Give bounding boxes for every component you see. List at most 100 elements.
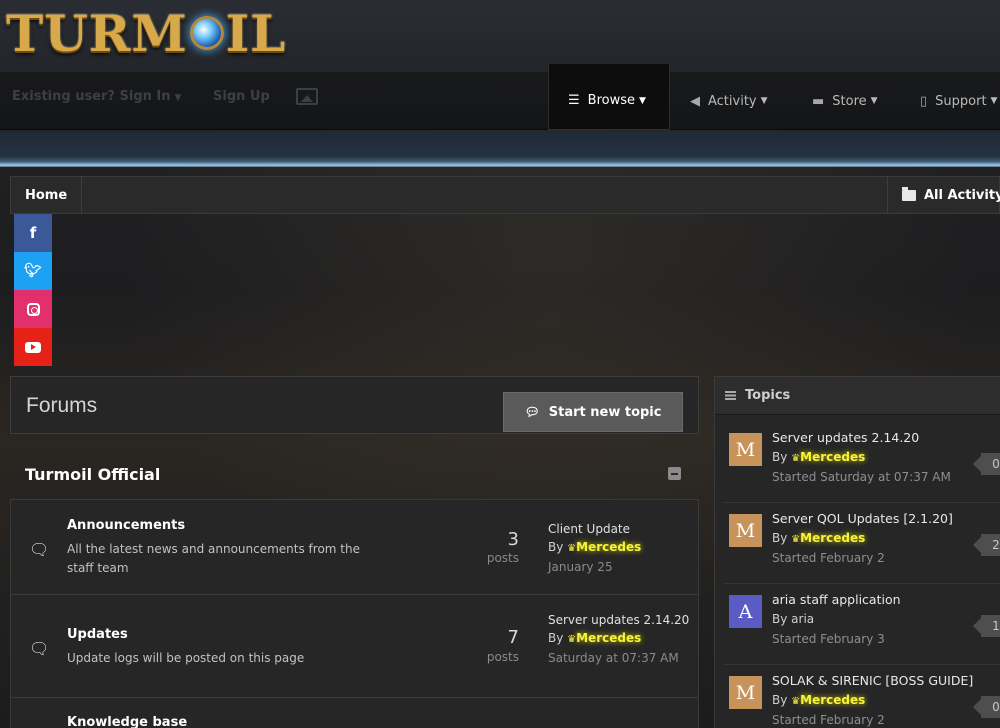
- image-icon[interactable]: [296, 88, 318, 105]
- comments-icon: 🗨︎: [29, 540, 50, 559]
- nav-store[interactable]: ▬ Store ▼: [812, 72, 878, 130]
- youtube-button[interactable]: [14, 328, 52, 366]
- reply-count-badge: 1: [973, 615, 1000, 637]
- reply-count-badge: 0: [973, 453, 1000, 475]
- reply-count-badge: 0: [973, 696, 1000, 718]
- nav-browse[interactable]: ☰ Browse ▼: [548, 64, 670, 130]
- topics-widget: Topics M Server updates 2.14.20 By ♛Merc…: [714, 376, 1000, 728]
- last-post-date: Saturday at 07:37 AM: [548, 651, 679, 665]
- topic-title[interactable]: aria staff application: [772, 592, 901, 607]
- topic-author[interactable]: Mercedes: [800, 693, 865, 707]
- topic-date: Started February 2: [772, 551, 885, 565]
- facebook-button[interactable]: f: [14, 214, 52, 252]
- last-post-title[interactable]: Server updates 2.14.20: [548, 611, 693, 629]
- sign-in-link[interactable]: Existing user? Sign In ▼: [12, 89, 181, 104]
- collapse-icon[interactable]: [668, 467, 681, 480]
- facebook-icon: f: [29, 224, 37, 242]
- forum-description: Update logs will be posted on this page: [67, 651, 305, 665]
- instagram-icon: [26, 302, 40, 316]
- crown-icon: ♛: [791, 453, 801, 464]
- nav-activity[interactable]: ◀ Activity ▼: [690, 72, 768, 130]
- crown-icon: ♛: [791, 696, 801, 707]
- topic-item[interactable]: A aria staff application By aria Started…: [723, 585, 1000, 665]
- document-icon: ▯: [920, 93, 928, 109]
- folder-icon: [902, 186, 916, 201]
- start-new-topic-label: Start new topic: [548, 404, 662, 420]
- twitter-button[interactable]: 🐦︎: [14, 252, 52, 290]
- nav-store-label: Store: [832, 93, 867, 109]
- topic-author[interactable]: aria: [791, 612, 814, 626]
- topic-date: Started Saturday at 07:37 AM: [772, 470, 951, 484]
- posts-label: posts: [486, 551, 519, 565]
- site-header: TURM IL: [0, 0, 1000, 72]
- main-nav: Existing user? Sign In ▼ Sign Up ☰ Browse…: [0, 64, 1000, 130]
- forum-row-knowledge-base[interactable]: Knowledge base: [10, 697, 699, 728]
- cart-icon: ▬: [812, 93, 825, 109]
- site-logo[interactable]: TURM IL: [6, 2, 288, 64]
- crown-icon: ♛: [791, 534, 801, 545]
- page-title: Forums: [26, 394, 98, 417]
- forum-name[interactable]: Updates: [67, 627, 128, 642]
- post-count: 3: [507, 529, 519, 550]
- twitter-icon: 🐦︎: [24, 263, 42, 279]
- crown-icon: ♛: [567, 634, 577, 645]
- topics-header: Topics: [715, 377, 1000, 415]
- logo-text-left: TURM: [6, 3, 188, 63]
- all-activity-link[interactable]: All Activity: [887, 177, 1000, 213]
- post-count: 7: [507, 627, 519, 648]
- posts-label: posts: [486, 650, 519, 664]
- topics-title: Topics: [745, 388, 791, 403]
- forum-list: 🗨︎ Announcements All the latest news and…: [10, 499, 699, 728]
- topic-item[interactable]: M SOLAK & SIRENIC [BOSS GUIDE] By ♛Merce…: [723, 666, 1000, 728]
- youtube-icon: [25, 341, 41, 353]
- last-post: Client Update By ♛Mercedes January 25: [548, 520, 693, 576]
- by-label: By: [772, 450, 788, 464]
- last-post-title[interactable]: Client Update: [548, 520, 693, 538]
- topic-title[interactable]: Server updates 2.14.20: [772, 430, 919, 445]
- avatar[interactable]: M: [729, 514, 762, 547]
- header-banner: [0, 131, 1000, 167]
- logo-orb-icon: [189, 16, 224, 50]
- topic-date: Started February 3: [772, 632, 885, 646]
- forum-row-updates[interactable]: 🗨︎ Updates Update logs will be posted on…: [10, 594, 699, 697]
- forum-row-announcements[interactable]: 🗨︎ Announcements All the latest news and…: [10, 499, 699, 594]
- nav-browse-label: Browse: [587, 93, 635, 108]
- forum-name[interactable]: Knowledge base: [67, 715, 187, 728]
- chevron-down-icon: ▼: [760, 96, 768, 106]
- avatar[interactable]: M: [729, 433, 762, 466]
- last-post-author[interactable]: Mercedes: [576, 540, 641, 554]
- topic-item[interactable]: M Server updates 2.14.20 By ♛Mercedes St…: [723, 423, 1000, 503]
- by-label: By: [548, 540, 564, 554]
- topic-title[interactable]: Server QOL Updates [2.1.20]: [772, 511, 953, 526]
- chat-icon: 💬︎: [524, 405, 540, 419]
- nav-activity-label: Activity: [708, 93, 757, 109]
- by-label: By: [772, 612, 788, 626]
- topic-item[interactable]: M Server QOL Updates [2.1.20] By ♛Merced…: [723, 504, 1000, 584]
- sign-up-link[interactable]: Sign Up: [213, 89, 270, 104]
- last-post: Server updates 2.14.20 By ♛Mercedes Satu…: [548, 611, 693, 667]
- crown-icon: ♛: [567, 543, 577, 554]
- reply-count-badge: 2: [973, 534, 1000, 556]
- topic-author[interactable]: Mercedes: [800, 531, 865, 545]
- by-label: By: [772, 531, 788, 545]
- last-post-author[interactable]: Mercedes: [576, 631, 641, 645]
- megaphone-icon: ◀: [690, 93, 700, 109]
- last-post-date: January 25: [548, 560, 613, 574]
- sign-in-label: Existing user? Sign In: [12, 89, 171, 104]
- start-new-topic-button[interactable]: 💬︎ Start new topic: [503, 392, 683, 432]
- breadcrumb: Home All Activity: [10, 176, 1000, 214]
- all-activity-label: All Activity: [924, 187, 1000, 203]
- topic-date: Started February 2: [772, 713, 885, 727]
- by-label: By: [772, 693, 788, 707]
- avatar[interactable]: M: [729, 676, 762, 709]
- topic-title[interactable]: SOLAK & SIRENIC [BOSS GUIDE]: [772, 673, 973, 688]
- chevron-down-icon: ▼: [639, 95, 646, 106]
- section-title: Turmoil Official: [25, 465, 161, 484]
- topic-author[interactable]: Mercedes: [800, 450, 865, 464]
- avatar[interactable]: A: [729, 595, 762, 628]
- logo-text-right: IL: [225, 3, 287, 63]
- breadcrumb-home[interactable]: Home: [11, 177, 83, 213]
- instagram-button[interactable]: [14, 290, 52, 328]
- nav-support[interactable]: ▯ Support ▼: [920, 72, 997, 130]
- forum-name[interactable]: Announcements: [67, 518, 185, 533]
